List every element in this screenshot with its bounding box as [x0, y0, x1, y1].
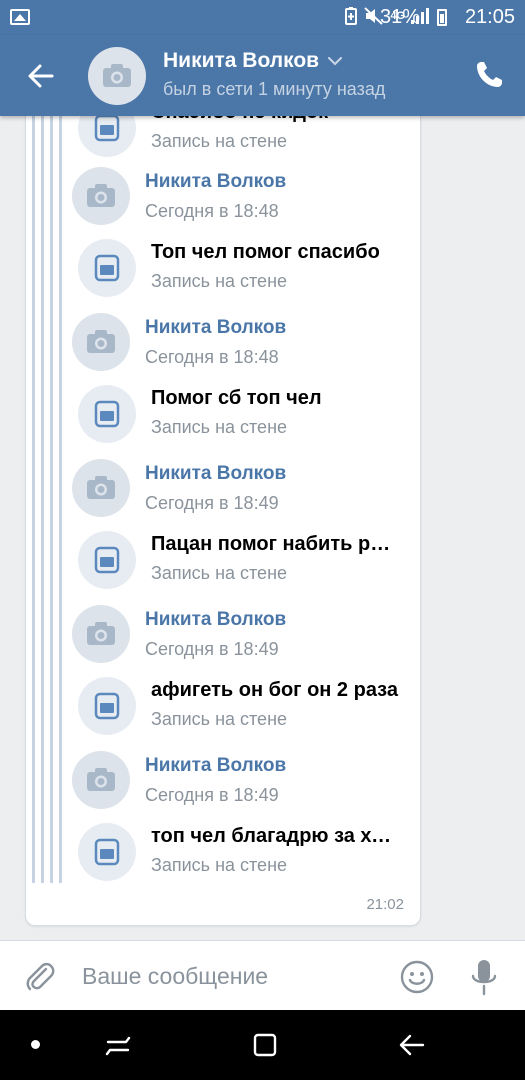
wall-post-subtitle: Запись на стене	[151, 709, 288, 729]
wall-post-attachment[interactable]: Помог сб топ чел Запись на стене	[26, 379, 422, 449]
forwarded-author[interactable]: Никита Волков Сегодня в 18:49	[26, 453, 422, 523]
author-name[interactable]: Никита Волков	[145, 317, 286, 339]
contact-name: Никита Волков	[163, 49, 320, 72]
clock: 21:05	[464, 6, 515, 28]
wall-post-icon	[78, 116, 136, 157]
author-avatar[interactable]	[72, 167, 130, 225]
author-time: Сегодня в 18:48	[145, 201, 279, 221]
microphone-icon[interactable]	[468, 957, 500, 997]
wall-post-subtitle: Запись на стене	[151, 417, 288, 437]
author-name[interactable]: Никита Волков	[145, 609, 286, 631]
battery-saver-icon	[345, 7, 358, 25]
wall-post-title: афигеть он бог он 2 раза	[151, 679, 398, 701]
system-nav-bar	[0, 1010, 525, 1080]
phone-call-icon[interactable]	[473, 59, 505, 91]
gallery-notification-icon	[10, 9, 30, 25]
wall-post-title: Пацан помог набить ранг	[151, 533, 401, 555]
wall-post-icon	[78, 531, 136, 589]
camera-placeholder-icon	[87, 768, 115, 791]
author-time: Сегодня в 18:49	[145, 785, 279, 805]
contact-avatar[interactable]	[88, 47, 146, 105]
author-name[interactable]: Никита Волков	[145, 171, 286, 193]
camera-placeholder-icon	[87, 330, 115, 353]
author-time: Сегодня в 18:48	[145, 347, 279, 367]
wall-post-attachment[interactable]: Спасибо не кидок Запись на стене	[26, 116, 422, 163]
author-avatar[interactable]	[72, 605, 130, 663]
wall-post-attachment[interactable]: афигеть он бог он 2 раза Запись на стене	[26, 671, 422, 741]
forwarded-author[interactable]: Никита Волков Сегодня в 18:48	[26, 161, 422, 231]
system-back-icon[interactable]	[395, 1028, 429, 1062]
wall-post-title: Спасибо не кидок	[151, 116, 401, 124]
camera-placeholder-icon	[103, 64, 131, 87]
wall-post-title: топ чел благадрю за хелп	[151, 825, 401, 847]
contact-status: был в сети 1 минуту назад	[163, 79, 386, 99]
camera-placeholder-icon	[87, 476, 115, 499]
forwarded-author[interactable]: Никита Волков Сегодня в 18:49	[26, 745, 422, 815]
recent-apps-icon[interactable]	[102, 1030, 134, 1062]
wall-post-icon	[78, 823, 136, 881]
author-avatar[interactable]	[72, 751, 130, 809]
contact-info[interactable]: Никита Волков был в сети 1 минуту назад	[163, 49, 385, 100]
forwarded-author[interactable]: Никита Волков Сегодня в 18:48	[26, 307, 422, 377]
author-avatar[interactable]	[72, 313, 130, 371]
paperclip-icon[interactable]	[22, 959, 58, 995]
wall-post-icon	[78, 385, 136, 443]
wall-post-attachment[interactable]: Топ чел помог спасибо Запись на стене	[26, 233, 422, 303]
wall-post-title: Топ чел помог спасибо	[151, 241, 380, 263]
contact-name-row[interactable]: Никита Волков	[163, 49, 385, 73]
author-avatar[interactable]	[72, 459, 130, 517]
chat-area[interactable]: Спасибо не кидок Запись на стене Никита …	[0, 116, 525, 940]
wall-post-subtitle: Запись на стене	[151, 131, 288, 151]
author-name[interactable]: Никита Волков	[145, 463, 286, 485]
emoji-icon[interactable]	[399, 959, 435, 995]
back-arrow-icon[interactable]	[22, 57, 60, 95]
author-time: Сегодня в 18:49	[145, 493, 279, 513]
status-bar: 4G 31% 21:05	[0, 0, 525, 35]
author-name[interactable]: Никита Волков	[145, 755, 286, 777]
wall-post-subtitle: Запись на стене	[151, 271, 288, 291]
nav-indicator-dot	[31, 1040, 40, 1049]
wall-post-attachment[interactable]: Пацан помог набить ранг Запись на стене	[26, 525, 422, 595]
camera-placeholder-icon	[87, 184, 115, 207]
chevron-down-icon	[327, 56, 343, 66]
message-input[interactable]	[82, 959, 382, 993]
author-time: Сегодня в 18:49	[145, 639, 279, 659]
wall-post-subtitle: Запись на стене	[151, 855, 288, 875]
message-composer	[0, 940, 525, 1010]
battery-percent: 31%	[379, 6, 420, 28]
wall-post-title: Помог сб топ чел	[151, 387, 322, 409]
wall-post-icon	[78, 677, 136, 735]
forwarded-author[interactable]: Никита Волков Сегодня в 18:49	[26, 599, 422, 669]
wall-post-attachment[interactable]: топ чел благадрю за хелп Запись на стене	[26, 817, 422, 887]
home-icon[interactable]	[250, 1030, 280, 1060]
camera-placeholder-icon	[87, 622, 115, 645]
message-time: 21:02	[366, 896, 404, 913]
battery-icon	[437, 9, 447, 26]
message-bubble[interactable]: Спасибо не кидок Запись на стене Никита …	[25, 116, 421, 926]
wall-post-subtitle: Запись на стене	[151, 563, 288, 583]
wall-post-icon	[78, 239, 136, 297]
chat-header: Никита Волков был в сети 1 минуту назад	[0, 35, 525, 116]
